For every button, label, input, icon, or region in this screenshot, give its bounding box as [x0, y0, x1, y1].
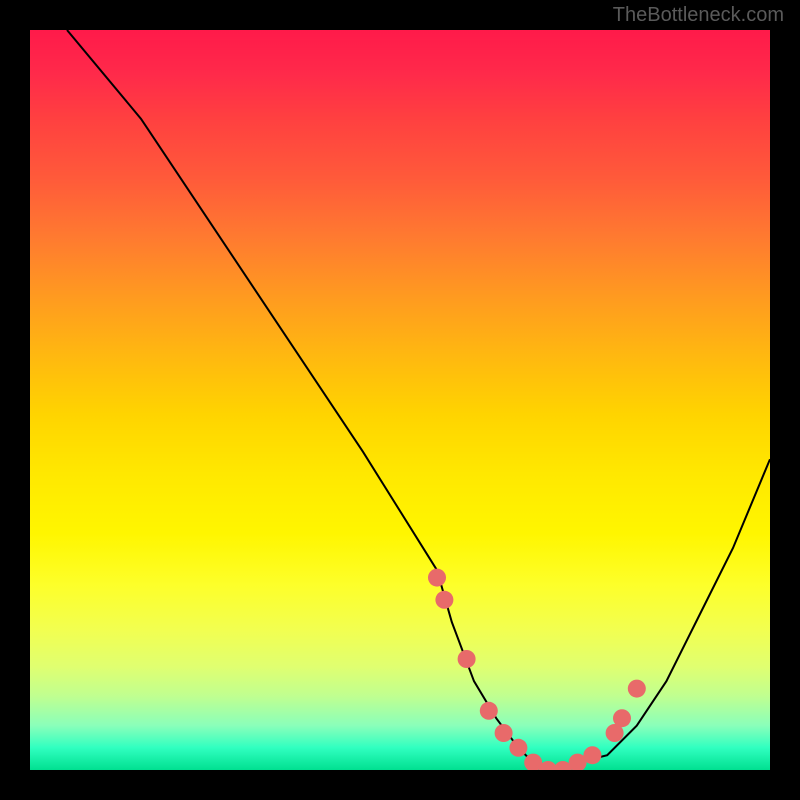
- marker-group: [428, 569, 646, 770]
- marker-point: [480, 702, 498, 720]
- marker-point: [435, 591, 453, 609]
- plot-area: [30, 30, 770, 770]
- marker-point: [509, 739, 527, 757]
- attribution-text: TheBottleneck.com: [613, 4, 784, 27]
- marker-point: [495, 724, 513, 742]
- marker-point: [428, 569, 446, 587]
- marker-point: [458, 650, 476, 668]
- marker-point: [613, 709, 631, 727]
- marker-point: [628, 680, 646, 698]
- chart-svg: [30, 30, 770, 770]
- marker-point: [583, 746, 601, 764]
- bottleneck-curve-path: [67, 30, 770, 770]
